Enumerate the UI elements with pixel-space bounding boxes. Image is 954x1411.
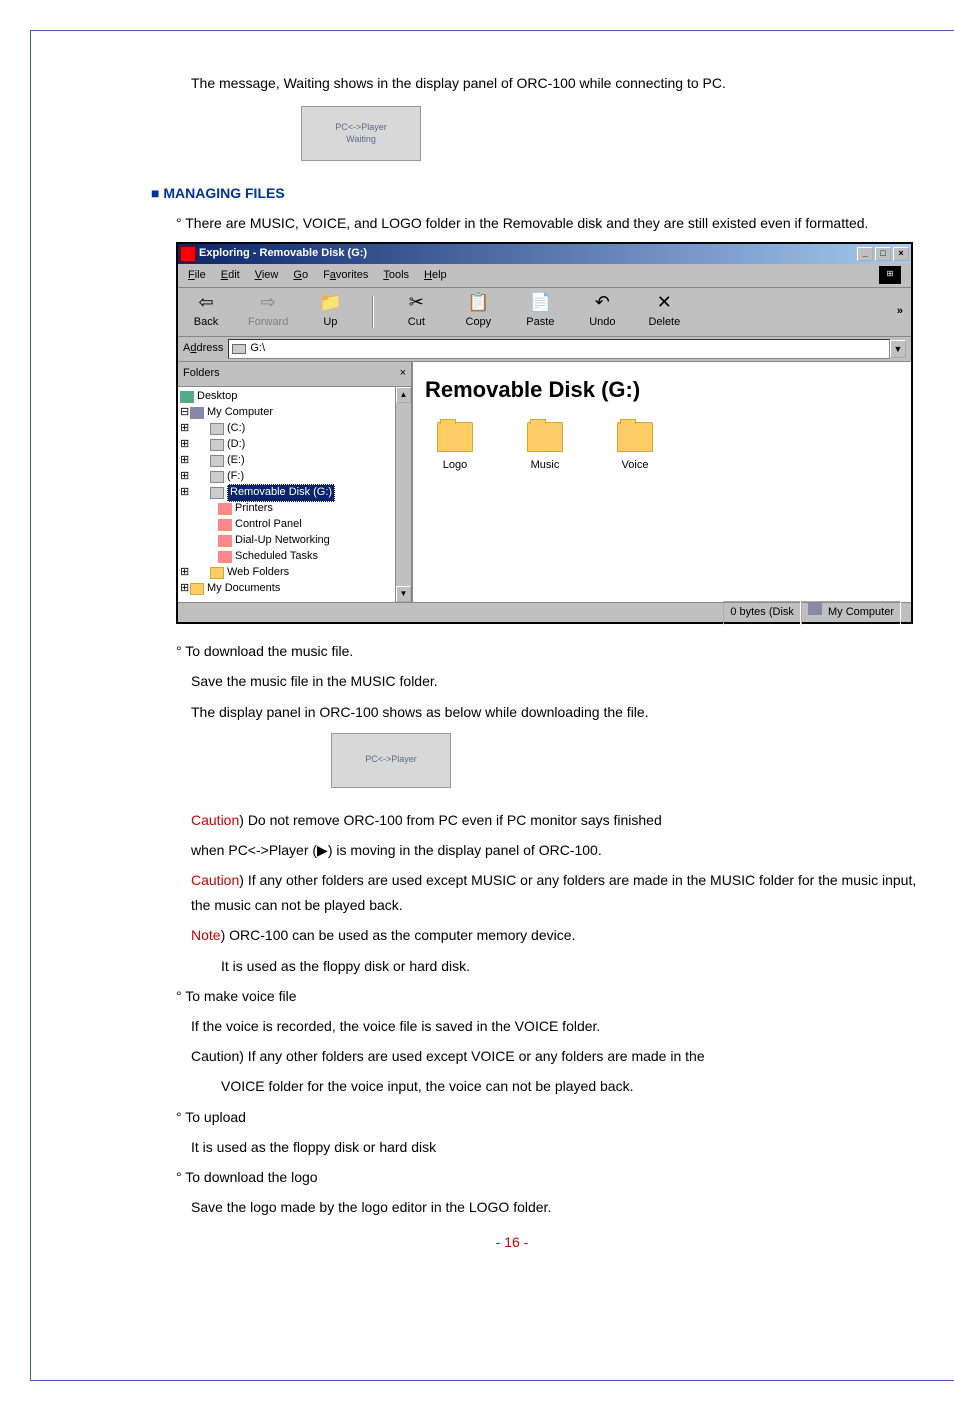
folder-tree: Desktop ⊟My Computer ⊞(C:) ⊞(D:) ⊞(E:) ⊞… bbox=[178, 387, 395, 602]
bullet-4: ° To upload bbox=[176, 1105, 923, 1130]
close-pane-icon[interactable]: × bbox=[400, 364, 406, 384]
bullet-2: ° To download the music file. bbox=[176, 639, 923, 664]
bullet-3: ° To make voice file bbox=[176, 984, 923, 1009]
scroll-down-icon[interactable]: ▼ bbox=[396, 586, 411, 602]
folder-pane: Folders × Desktop ⊟My Computer ⊞(C:) ⊞(D… bbox=[178, 362, 413, 602]
back-button[interactable]: ⇦ Back bbox=[186, 291, 226, 333]
panel-text-2: Waiting bbox=[335, 134, 387, 146]
caution-2: Caution) If any other folders are used e… bbox=[191, 868, 923, 918]
window-title: Exploring - Removable Disk (G:) bbox=[199, 244, 857, 264]
titlebar: Exploring - Removable Disk (G:) _ □ × bbox=[178, 244, 911, 264]
sub-3a: If the voice is recorded, the voice file… bbox=[191, 1014, 923, 1039]
up-button[interactable]: 📁 Up bbox=[310, 291, 350, 333]
address-field[interactable]: G:\ bbox=[228, 339, 890, 359]
menu-view[interactable]: View bbox=[255, 266, 279, 286]
delete-icon: ✕ bbox=[657, 291, 672, 313]
paste-button[interactable]: 📄 Paste bbox=[520, 291, 560, 333]
scroll-up-icon[interactable]: ▲ bbox=[396, 387, 411, 403]
bullet-1: ° There are MUSIC, VOICE, and LOGO folde… bbox=[176, 211, 923, 236]
sub-5a: Save the logo made by the logo editor in… bbox=[191, 1195, 923, 1220]
content-title: Removable Disk (G:) bbox=[425, 370, 899, 410]
status-location: My Computer bbox=[801, 601, 901, 625]
menu-go[interactable]: Go bbox=[293, 266, 308, 286]
folder-logo[interactable]: Logo bbox=[425, 422, 485, 476]
explorer-icon bbox=[180, 246, 196, 262]
menu-edit[interactable]: Edit bbox=[221, 266, 240, 286]
menu-favorites[interactable]: Favorites bbox=[323, 266, 368, 286]
tree-drive-d[interactable]: ⊞(D:) bbox=[180, 437, 393, 453]
section-heading: ■ MANAGING FILES bbox=[151, 181, 923, 206]
display-panel-waiting: PC<->Player Waiting bbox=[301, 106, 421, 161]
tree-desktop[interactable]: Desktop bbox=[180, 389, 393, 405]
computer-icon bbox=[808, 603, 822, 615]
maximize-button[interactable]: □ bbox=[875, 247, 891, 261]
tree-drive-c[interactable]: ⊞(C:) bbox=[180, 421, 393, 437]
document-page: The message, Waiting shows in the displa… bbox=[30, 30, 954, 1381]
close-button[interactable]: × bbox=[893, 247, 909, 261]
undo-button[interactable]: ↶ Undo bbox=[582, 291, 622, 333]
toolbar-overflow[interactable]: » bbox=[897, 302, 903, 322]
copy-icon: 📋 bbox=[467, 291, 489, 313]
up-icon: 📁 bbox=[319, 291, 341, 313]
caution-1: Caution) Do not remove ORC-100 from PC e… bbox=[191, 808, 923, 833]
copy-button[interactable]: 📋 Copy bbox=[458, 291, 498, 333]
intro-text: The message, Waiting shows in the displa… bbox=[191, 71, 923, 96]
note-sub: It is used as the floppy disk or hard di… bbox=[221, 954, 923, 979]
tree-drive-e[interactable]: ⊞(E:) bbox=[180, 453, 393, 469]
tree-scrollbar[interactable]: ▲ ▼ bbox=[395, 387, 411, 602]
note: Note) ORC-100 can be used as the compute… bbox=[191, 923, 923, 948]
folder-icon bbox=[617, 422, 653, 452]
minimize-button[interactable]: _ bbox=[857, 247, 873, 261]
menu-tools[interactable]: Tools bbox=[383, 266, 409, 286]
delete-button[interactable]: ✕ Delete bbox=[644, 291, 684, 333]
panel-text-1: PC<->Player bbox=[335, 122, 387, 134]
tree-web-folders[interactable]: ⊞Web Folders bbox=[180, 565, 393, 581]
tree-printers[interactable]: Printers bbox=[180, 501, 393, 517]
sub-3c: VOICE folder for the voice input, the vo… bbox=[221, 1074, 923, 1099]
statusbar: 0 bytes (Disk My Computer bbox=[178, 602, 911, 622]
tree-my-documents[interactable]: ⊞My Documents bbox=[180, 581, 393, 597]
panel2-text: PC<->Player bbox=[365, 754, 417, 766]
sub-2b: The display panel in ORC-100 shows as be… bbox=[191, 700, 923, 725]
display-panel-download: PC<->Player bbox=[331, 733, 451, 788]
menu-help[interactable]: Help bbox=[424, 266, 447, 286]
folder-voice[interactable]: Voice bbox=[605, 422, 665, 476]
menu-file[interactable]: File bbox=[188, 266, 206, 286]
folder-music[interactable]: Music bbox=[515, 422, 575, 476]
bullet-5: ° To download the logo bbox=[176, 1165, 923, 1190]
cut-icon: ✂ bbox=[409, 291, 424, 313]
address-label: Address bbox=[183, 339, 223, 359]
cut-button[interactable]: ✂ Cut bbox=[396, 291, 436, 333]
tree-control-panel[interactable]: Control Panel bbox=[180, 517, 393, 533]
explorer-window: Exploring - Removable Disk (G:) _ □ × Fi… bbox=[176, 242, 913, 625]
folders-label: Folders bbox=[183, 364, 220, 384]
caution-1-line2: when PC<->Player (▶) is moving in the di… bbox=[191, 838, 923, 863]
tree-dialup[interactable]: Dial-Up Networking bbox=[180, 533, 393, 549]
paste-icon: 📄 bbox=[529, 291, 551, 313]
folder-icon bbox=[437, 422, 473, 452]
undo-icon: ↶ bbox=[595, 291, 610, 313]
tree-drive-f[interactable]: ⊞(F:) bbox=[180, 469, 393, 485]
address-dropdown[interactable]: ▼ bbox=[890, 340, 906, 358]
sub-3b: Caution) If any other folders are used e… bbox=[191, 1044, 923, 1069]
sub-2a: Save the music file in the MUSIC folder. bbox=[191, 669, 923, 694]
separator bbox=[372, 296, 374, 328]
content-pane: Removable Disk (G:) Logo Music Voice bbox=[413, 362, 911, 602]
forward-icon: ⇨ bbox=[261, 291, 276, 313]
page-number: - 16 - bbox=[101, 1230, 923, 1255]
tree-my-computer[interactable]: ⊟My Computer bbox=[180, 405, 393, 421]
back-icon: ⇦ bbox=[198, 291, 213, 313]
windows-logo-icon: ⊞ bbox=[879, 266, 901, 284]
forward-button[interactable]: ⇨ Forward bbox=[248, 291, 288, 333]
status-bytes: 0 bytes (Disk bbox=[723, 601, 801, 625]
folder-icon bbox=[527, 422, 563, 452]
drive-icon bbox=[232, 344, 246, 354]
tree-scheduled[interactable]: Scheduled Tasks bbox=[180, 549, 393, 565]
tree-drive-g[interactable]: ⊞Removable Disk (G:) bbox=[180, 485, 393, 501]
sub-4a: It is used as the floppy disk or hard di… bbox=[191, 1135, 923, 1160]
toolbar: ⇦ Back ⇨ Forward 📁 Up ✂ Cut 📋 Copy 📄 bbox=[178, 287, 911, 337]
address-value: G:\ bbox=[250, 339, 265, 359]
menubar: File Edit View Go Favorites Tools Help ⊞ bbox=[178, 264, 911, 288]
address-bar: Address G:\ ▼ bbox=[178, 337, 911, 362]
